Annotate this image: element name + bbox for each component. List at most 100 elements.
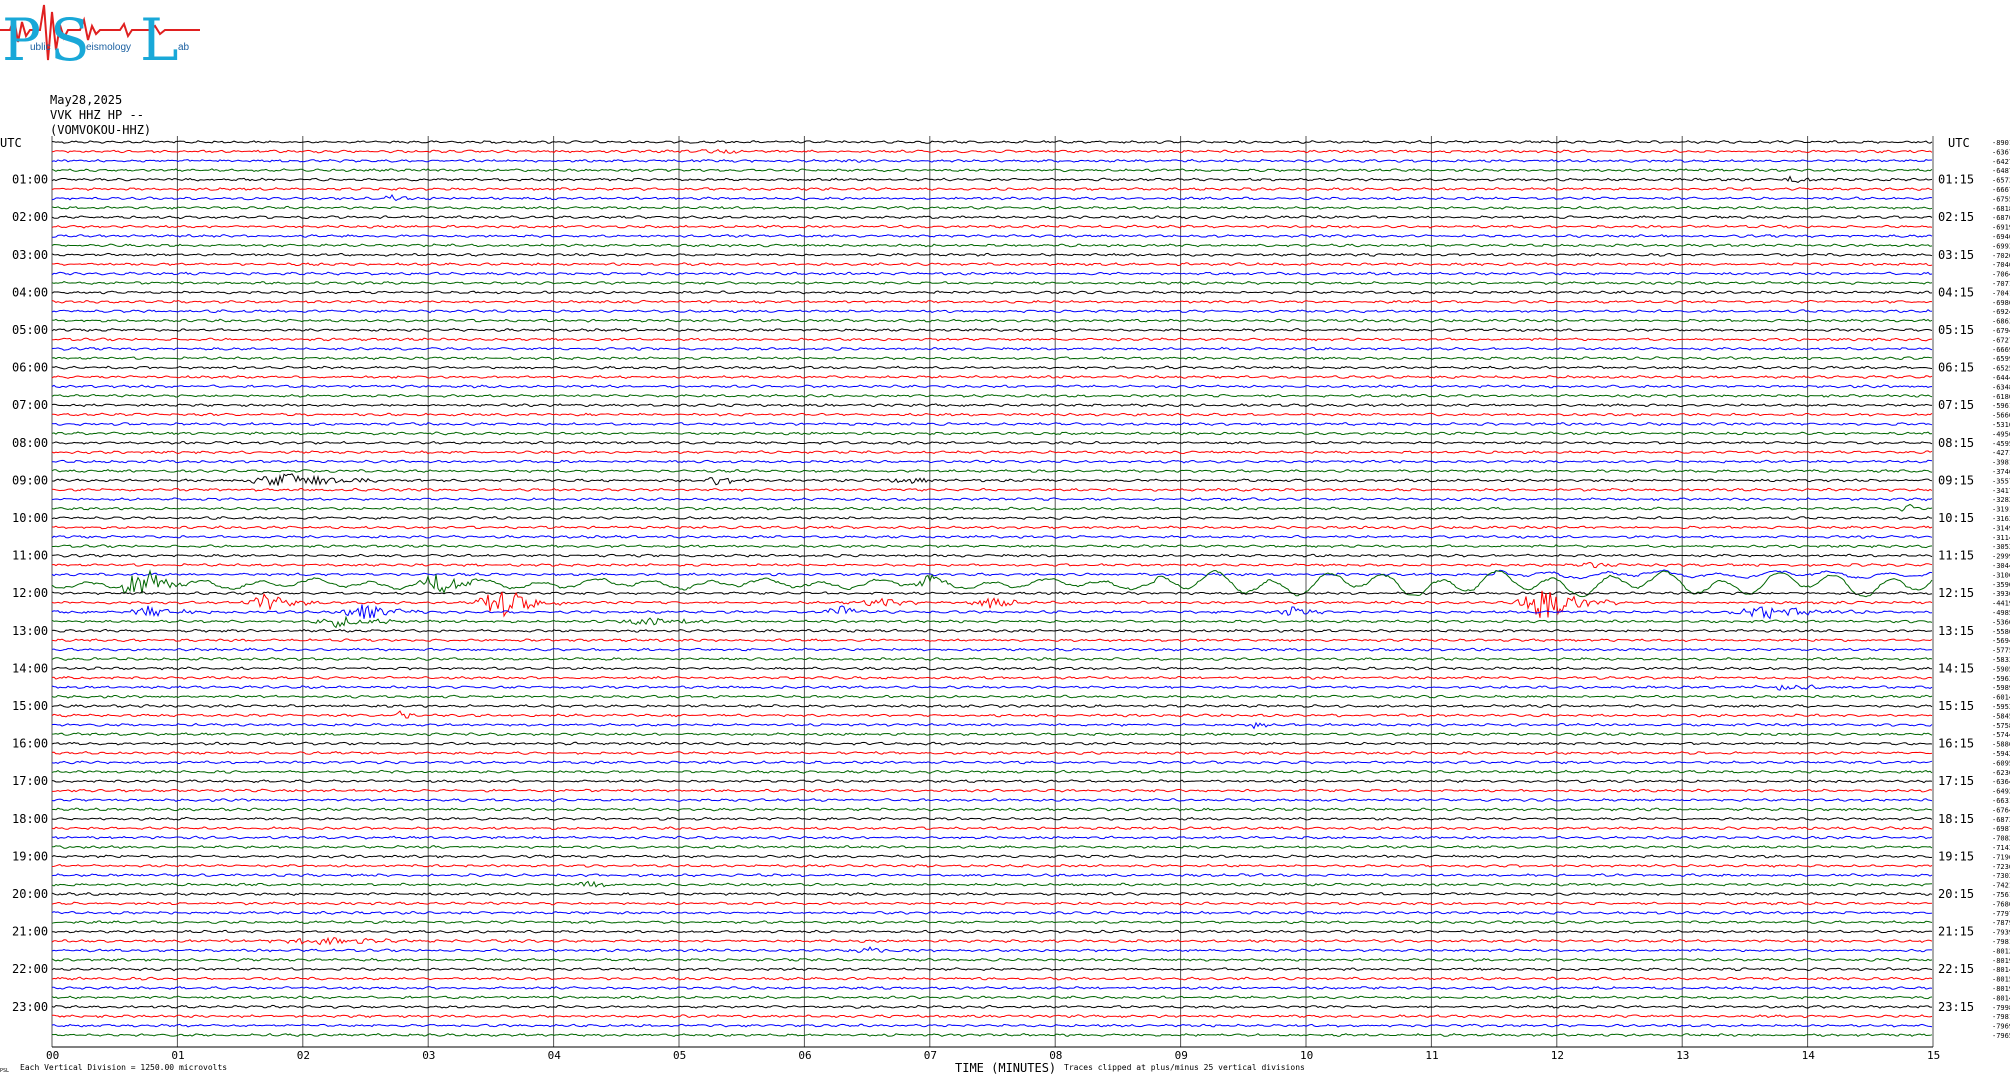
trace-offset-label: -3417 xyxy=(1992,487,2010,495)
hour-label-right: 22:15 xyxy=(1938,962,1974,976)
seismic-trace xyxy=(51,234,1933,238)
trace-offset-label: -3557 xyxy=(1992,477,2010,485)
seismic-trace xyxy=(52,788,1933,793)
hour-label-right: 08:15 xyxy=(1938,436,1974,450)
seismic-trace xyxy=(52,1014,1933,1019)
trace-offset-label: -3149 xyxy=(1992,524,2010,532)
seismic-trace xyxy=(51,1004,1932,1009)
seismic-trace xyxy=(51,346,1933,351)
trace-offset-label: -7071 xyxy=(1992,280,2010,288)
trace-offset-label: -6444 xyxy=(1992,374,2010,382)
seismic-trace xyxy=(51,450,1933,455)
seismic-trace xyxy=(51,473,1933,486)
trace-offset-label: -7041 xyxy=(1992,289,2010,297)
seismic-trace xyxy=(51,148,1933,154)
hour-label-left: 09:00 xyxy=(12,473,48,487)
seismic-trace xyxy=(51,920,1933,925)
hour-label-right: 18:15 xyxy=(1938,812,1974,826)
trace-offset-label: -3590 xyxy=(1992,581,2010,589)
seismic-trace xyxy=(51,1033,1933,1038)
seismic-trace xyxy=(51,854,1933,859)
seismic-trace xyxy=(51,561,1933,569)
seismic-trace xyxy=(51,694,1933,699)
trace-offset-label: -5660 xyxy=(1992,412,2010,420)
scale-note: Each Vertical Division = 1250.00 microvo… xyxy=(20,1063,227,1072)
hour-label-left: 13:00 xyxy=(12,624,48,638)
trace-offset-label: -8015 xyxy=(1992,976,2010,984)
trace-offset-label: -5942 xyxy=(1992,750,2010,758)
trace-offset-label: -7981 xyxy=(1992,1013,2010,1021)
x-tick-label: 03 xyxy=(422,1049,435,1062)
hour-label-left: 04:00 xyxy=(12,285,48,299)
trace-offset-label: -6870 xyxy=(1992,214,2010,222)
seismic-trace xyxy=(51,431,1933,436)
seismic-trace xyxy=(51,910,1933,915)
seismic-trace xyxy=(51,721,1933,730)
trace-offset-label: -7561 xyxy=(1992,891,2010,899)
seismic-trace xyxy=(51,224,1933,229)
x-tick-label: 13 xyxy=(1676,1049,1689,1062)
hour-label-left: 18:00 xyxy=(12,812,48,826)
trace-offset-label: -6755 xyxy=(1992,195,2010,203)
seismic-trace xyxy=(51,175,1933,183)
hour-label-left: 10:00 xyxy=(12,511,48,525)
trace-offset-label: -8019 xyxy=(1992,985,2010,993)
clip-note: Traces clipped at plus/minus 25 vertical… xyxy=(1064,1063,1305,1072)
x-tick-label: 08 xyxy=(1049,1049,1062,1062)
trace-offset-label: -6236 xyxy=(1992,769,2010,777)
hour-label-left: 17:00 xyxy=(12,774,48,788)
seismic-trace xyxy=(51,807,1933,812)
hour-label-left: 08:00 xyxy=(12,436,48,450)
trace-offset-label: -3746 xyxy=(1992,468,2010,476)
hour-label-left: 15:00 xyxy=(12,699,48,713)
hour-label-right: 19:15 xyxy=(1938,849,1974,863)
seismic-trace xyxy=(51,826,1933,831)
trace-offset-label: -6180 xyxy=(1992,393,2010,401)
x-tick-label: 00 xyxy=(46,1049,59,1062)
x-tick-label: 09 xyxy=(1175,1049,1188,1062)
trace-offset-label: -7236 xyxy=(1992,863,2010,871)
trace-offset-label: -7421 xyxy=(1992,882,2010,890)
trace-offset-label: -6873 xyxy=(1992,816,2010,824)
seismic-trace xyxy=(51,469,1933,473)
seismic-trace xyxy=(51,318,1933,323)
trace-offset-label: -5360 xyxy=(1992,618,2010,626)
trace-offset-label: -2999 xyxy=(1992,553,2010,561)
hour-label-left: 21:00 xyxy=(12,925,48,939)
trace-offset-label: -4419 xyxy=(1992,600,2010,608)
hour-label-right: 06:15 xyxy=(1938,361,1974,375)
seismic-trace xyxy=(51,440,1933,445)
seismic-trace xyxy=(51,187,1933,191)
trace-offset-label: -6863 xyxy=(1992,318,2010,326)
trace-offset-label: -3106 xyxy=(1992,571,2010,579)
trace-offset-label: -7064 xyxy=(1992,271,2010,279)
trace-offset-label: -6794 xyxy=(1992,327,2010,335)
seismic-trace xyxy=(51,710,1933,719)
trace-offset-label: -5905 xyxy=(1992,665,2010,673)
trace-offset-label: -3163 xyxy=(1992,515,2010,523)
trace-offset-label: -3282 xyxy=(1992,496,2010,504)
seismic-trace xyxy=(51,656,1933,661)
trace-offset-label: -6364 xyxy=(1992,778,2010,786)
hour-label-left: 06:00 xyxy=(12,361,48,375)
helicorder-chart: UTC UTC Each Vertical Division = 1250.00… xyxy=(0,136,2010,1075)
trace-offset-label: -6095 xyxy=(1992,759,2010,767)
trace-offset-label: -6492 xyxy=(1992,788,2010,796)
hour-label-right: 02:15 xyxy=(1938,210,1974,224)
seismic-trace xyxy=(51,936,1933,946)
trace-offset-label: -5758 xyxy=(1992,722,2010,730)
trace-offset-label: -6367 xyxy=(1992,148,2010,156)
trace-offset-label: -8019 xyxy=(1992,957,2010,965)
left-corner-label: UTC xyxy=(0,136,22,150)
trace-offset-label: -6727 xyxy=(1992,336,2010,344)
trace-offset-label: -6924 xyxy=(1992,308,2010,316)
trace-offset-label: -3191 xyxy=(1992,506,2010,514)
trace-group xyxy=(51,139,1933,1038)
hour-label-right: 13:15 xyxy=(1938,624,1974,638)
seismic-trace xyxy=(51,252,1933,257)
seismic-trace xyxy=(51,976,1933,981)
trace-offset-label: -5886 xyxy=(1992,741,2010,749)
hour-label-left: 12:00 xyxy=(12,586,48,600)
seismic-trace xyxy=(51,365,1933,370)
hour-label-right: 12:15 xyxy=(1938,586,1974,600)
